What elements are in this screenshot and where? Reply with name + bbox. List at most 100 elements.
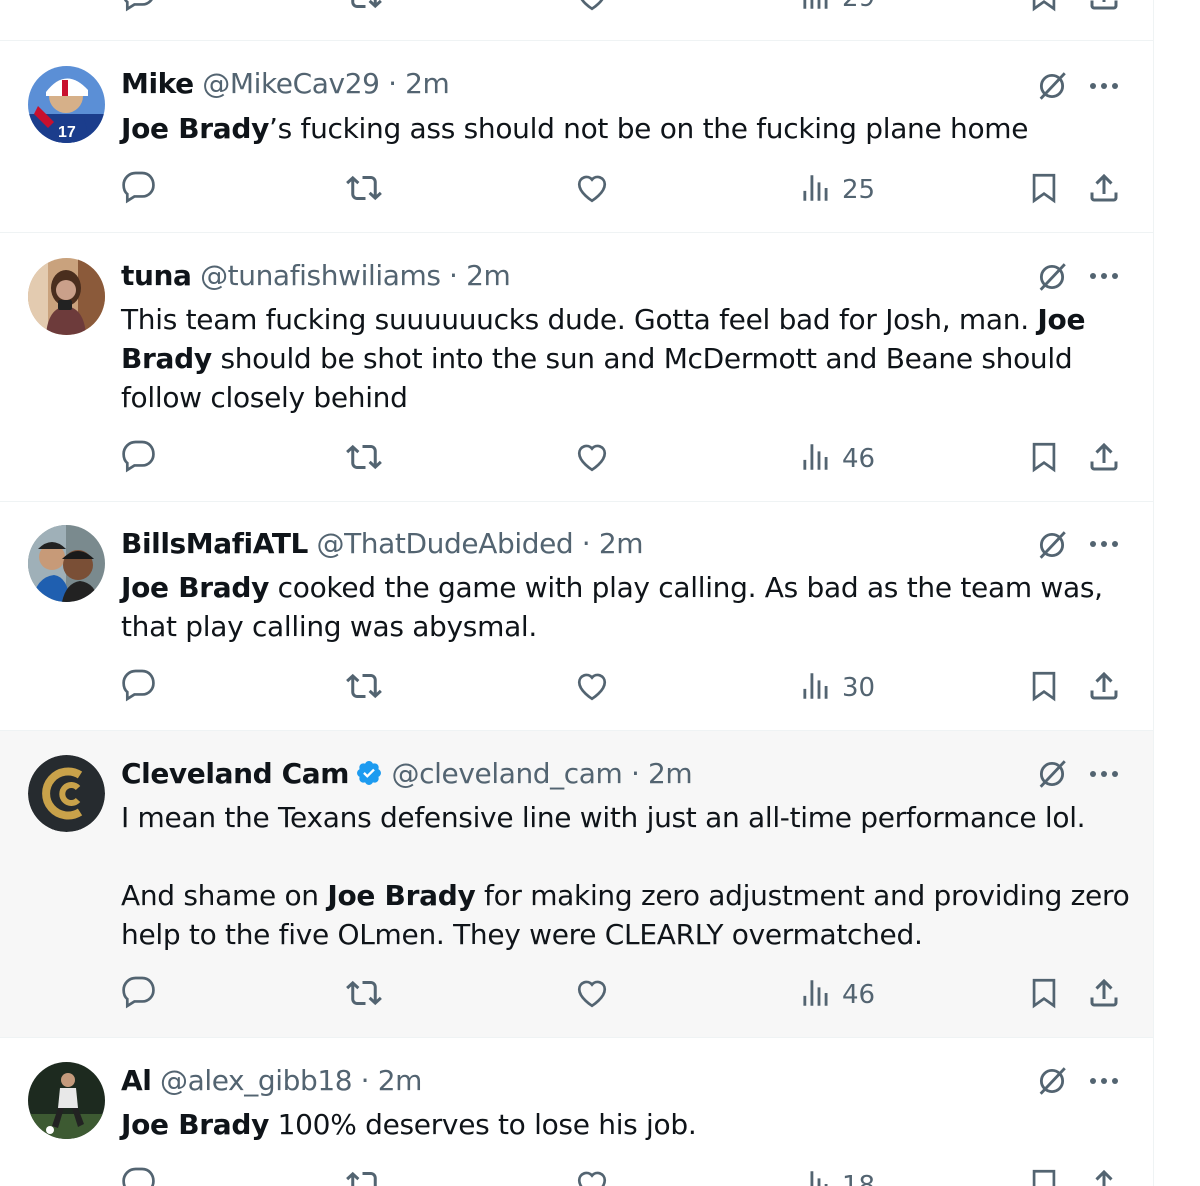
action-bar: 18: [0, 1166, 1153, 1186]
action-bar: 25: [0, 170, 1153, 210]
post-text: Joe Brady’s fucking ass should not be on…: [121, 109, 1131, 148]
display-name[interactable]: tuna: [121, 259, 192, 292]
reply-button[interactable]: [121, 975, 157, 1015]
like-button[interactable]: [574, 170, 610, 210]
like-button[interactable]: [574, 1166, 610, 1186]
post[interactable]: BillsMafiATL @ThatDudeAbided · 2m Joe Br…: [0, 502, 1153, 731]
grok-button[interactable]: [1035, 757, 1069, 791]
post[interactable]: 17 Mike @MikeCav29 · 2m Joe Brady’s fuck…: [0, 41, 1153, 233]
reply-button[interactable]: [121, 0, 157, 18]
bookmark-button[interactable]: [1027, 439, 1061, 479]
display-name[interactable]: Al: [121, 1064, 152, 1097]
post[interactable]: tuna @tunafishwiliams · 2m This team fuc…: [0, 233, 1153, 502]
more-button[interactable]: [1087, 1071, 1121, 1091]
repost-icon: [346, 444, 382, 470]
post-text: I mean the Texans defensive line with ju…: [121, 798, 1131, 954]
share-icon: [1095, 1169, 1113, 1186]
mention-highlight: Joe Brady: [121, 571, 270, 604]
grok-button[interactable]: [1035, 528, 1069, 562]
like-button[interactable]: [574, 0, 610, 18]
user-handle[interactable]: @cleveland_cam: [392, 757, 623, 790]
share-button[interactable]: [1086, 1166, 1122, 1186]
display-name[interactable]: Cleveland Cam: [121, 757, 349, 790]
views-button[interactable]: 25: [802, 170, 875, 210]
display-name[interactable]: BillsMafiATL: [121, 527, 308, 560]
reply-button[interactable]: [121, 439, 157, 479]
separator-dot: ·: [360, 1064, 370, 1097]
more-icon: [1090, 771, 1118, 777]
display-name[interactable]: Mike: [121, 67, 194, 100]
timestamp[interactable]: 2m: [599, 527, 644, 560]
grok-button[interactable]: [1035, 69, 1069, 103]
more-button[interactable]: [1087, 76, 1121, 96]
repost-button[interactable]: [346, 439, 382, 479]
share-button[interactable]: [1086, 439, 1122, 479]
user-handle[interactable]: @ThatDudeAbided: [317, 527, 574, 560]
repost-icon: [346, 980, 382, 1006]
more-button[interactable]: [1087, 534, 1121, 554]
reply-icon: [122, 669, 155, 702]
avatar[interactable]: [28, 1062, 105, 1139]
repost-button[interactable]: [346, 668, 382, 708]
like-button[interactable]: [574, 975, 610, 1015]
more-icon: [1090, 1078, 1118, 1084]
share-icon: [1090, 671, 1118, 700]
timestamp[interactable]: 2m: [648, 757, 693, 790]
post-header: BillsMafiATL @ThatDudeAbided · 2m: [121, 527, 644, 561]
views-button[interactable]: 46: [802, 439, 875, 479]
timestamp[interactable]: 2m: [378, 1064, 423, 1097]
action-bar: 29: [0, 0, 1153, 18]
bookmark-icon: [1032, 1169, 1056, 1186]
bookmark-button[interactable]: [1027, 668, 1061, 708]
share-icon: [1090, 0, 1118, 10]
share-button[interactable]: [1086, 668, 1122, 708]
more-button[interactable]: [1087, 266, 1121, 286]
views-icon: [803, 0, 828, 9]
reply-button[interactable]: [121, 668, 157, 708]
verified-badge-icon: [355, 759, 383, 795]
repost-button[interactable]: [346, 0, 382, 18]
bookmark-button[interactable]: [1027, 0, 1061, 18]
reply-button[interactable]: [121, 1166, 157, 1186]
grok-icon: [1039, 760, 1066, 788]
like-button[interactable]: [574, 668, 610, 708]
share-button[interactable]: [1086, 975, 1122, 1015]
bookmark-button[interactable]: [1027, 975, 1061, 1015]
bookmark-icon: [1032, 0, 1056, 12]
avatar[interactable]: [28, 755, 105, 832]
avatar[interactable]: 17: [28, 66, 105, 143]
timeline-feed: 29 17 Mike @MikeCav2: [0, 0, 1154, 1186]
post[interactable]: Cleveland Cam @cleveland_cam · 2m I mean…: [0, 731, 1153, 1038]
views-button[interactable]: 18: [802, 1166, 875, 1186]
like-button[interactable]: [574, 439, 610, 479]
partial-post: 29: [0, 0, 1153, 41]
views-button[interactable]: 30: [802, 668, 875, 708]
post[interactable]: Al @alex_gibb18 · 2m Joe Brady 100% dese…: [0, 1038, 1153, 1186]
avatar[interactable]: [28, 258, 105, 335]
views-button[interactable]: 46: [802, 975, 875, 1015]
views-count: 29: [842, 0, 875, 14]
bookmark-button[interactable]: [1027, 1166, 1061, 1186]
user-handle[interactable]: @alex_gibb18: [160, 1064, 353, 1097]
repost-button[interactable]: [346, 1166, 382, 1186]
views-button[interactable]: 29: [802, 0, 875, 18]
grok-button[interactable]: [1035, 1064, 1069, 1098]
avatar[interactable]: [28, 525, 105, 602]
more-button[interactable]: [1087, 764, 1121, 784]
grok-button[interactable]: [1035, 260, 1069, 294]
grok-icon: [1039, 263, 1066, 291]
bookmark-button[interactable]: [1027, 170, 1061, 210]
user-handle[interactable]: @tunafishwiliams: [200, 259, 441, 292]
reply-icon: [122, 440, 155, 473]
timestamp[interactable]: 2m: [466, 259, 511, 292]
repost-button[interactable]: [346, 975, 382, 1015]
more-icon: [1090, 541, 1118, 547]
share-button[interactable]: [1086, 170, 1122, 210]
repost-button[interactable]: [346, 170, 382, 210]
user-handle[interactable]: @MikeCav29: [202, 67, 380, 100]
repost-icon: [346, 673, 382, 699]
timestamp[interactable]: 2m: [405, 67, 450, 100]
reply-button[interactable]: [121, 170, 157, 210]
text-run: I mean the Texans defensive line with ju…: [121, 801, 1086, 834]
share-button[interactable]: [1086, 0, 1122, 18]
